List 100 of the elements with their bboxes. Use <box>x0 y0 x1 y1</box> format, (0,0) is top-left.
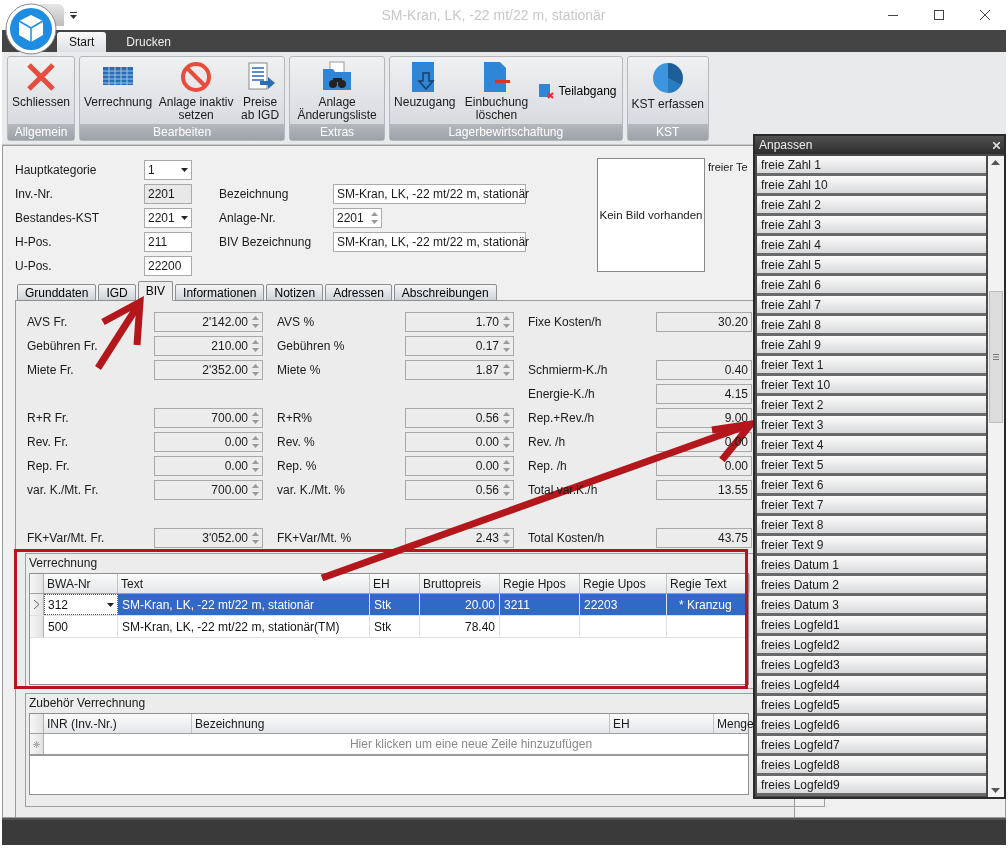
scroll-up-icon[interactable] <box>991 160 1001 165</box>
ribbon-button[interactable]: Anlage Änderungsliste <box>292 59 383 124</box>
field-list-item[interactable]: freies Logfeld1 <box>757 616 987 636</box>
ribbon-button[interactable]: Neuzugang <box>392 59 458 111</box>
field-list-item[interactable]: freies Logfeld3 <box>757 656 987 676</box>
number-field[interactable]: 700.00 <box>154 408 263 428</box>
dropdown-field[interactable]: 2201 <box>144 208 192 228</box>
grid-row[interactable]: 312 SM-Kran, LK, -22 mt/22 m, stationär Stk 20.00 3211 22203 * Kranzug <box>30 594 748 616</box>
tab[interactable]: Grunddaten <box>17 284 97 301</box>
scroll-thumb[interactable] <box>989 291 1003 423</box>
number-field[interactable]: 0.56 <box>405 408 514 428</box>
field-list-item[interactable]: freies Logfeld9 <box>757 776 987 796</box>
group-label: Lagerbewirtschaftung <box>390 124 622 140</box>
field-list-item[interactable]: freie Zahl 8 <box>757 316 987 336</box>
row-selector[interactable] <box>30 616 44 637</box>
column-header[interactable]: Text <box>118 574 370 593</box>
field-list-item[interactable]: freier Text 9 <box>757 536 987 556</box>
field-label: Rep. /h <box>528 459 568 473</box>
spin-arrows-icon <box>252 411 259 425</box>
grid-row[interactable]: 500 SM-Kran, LK, -22 mt/22 m, stationär(TM) Stk 78.40 <box>30 616 748 638</box>
ribbon-button[interactable]: KST erfassen <box>629 59 707 113</box>
dropdown-field[interactable]: 312 <box>44 594 118 615</box>
field-list-item[interactable]: freies Logfeld4 <box>757 676 987 696</box>
field-list-item[interactable]: freier Text 7 <box>757 496 987 516</box>
number-field[interactable]: 210.00 <box>154 336 263 356</box>
field-list-item[interactable]: freier Text 8 <box>757 516 987 536</box>
number-field[interactable]: 0.00 <box>405 432 514 452</box>
field-list-item[interactable]: freie Zahl 2 <box>757 196 987 216</box>
tab[interactable]: BIV <box>137 281 174 301</box>
number-field[interactable]: 0.17 <box>405 336 514 356</box>
field-list-item[interactable]: freier Text 3 <box>757 416 987 436</box>
new-row-hint[interactable]: Hier klicken um eine neue Zeile hinzuzufügen <box>44 734 748 754</box>
ribbon-button[interactable]: Verrechnung <box>82 59 155 111</box>
scrollbar[interactable] <box>988 156 1004 797</box>
field-list-item[interactable]: freie Zahl 9 <box>757 336 987 356</box>
tab[interactable]: Abschreibungen <box>393 284 497 301</box>
ribbon-tab[interactable]: Drucken <box>114 32 184 52</box>
number-field[interactable]: 1.87 <box>405 360 514 380</box>
field-list-item[interactable]: freie Zahl 10 <box>757 176 987 196</box>
row-selector[interactable] <box>30 734 44 754</box>
column-header[interactable]: Regie Hpos <box>500 574 580 593</box>
number-field[interactable]: 3'052.00 <box>154 528 263 548</box>
ribbon-button[interactable]: Teilabgang <box>535 83 620 99</box>
column-header[interactable]: Regie Text <box>667 574 750 593</box>
column-header[interactable]: INR (Inv.-Nr.) <box>44 714 192 733</box>
column-header[interactable]: EH <box>610 714 714 733</box>
panel-title: Anpassen <box>759 138 813 152</box>
number-field[interactable]: 0.00 <box>154 432 263 452</box>
close-icon[interactable] <box>993 141 1000 149</box>
caret-icon[interactable] <box>70 11 77 19</box>
text-field[interactable]: 22200 <box>144 256 192 276</box>
row-selector[interactable] <box>30 594 44 615</box>
number-field[interactable]: 2'352.00 <box>154 360 263 380</box>
text-field[interactable]: 211 <box>144 232 192 252</box>
field-list-item[interactable]: freies Logfeld8 <box>757 756 987 776</box>
field-list-item[interactable]: freies Logfeld6 <box>757 716 987 736</box>
field-list-item[interactable]: freie Zahl 4 <box>757 236 987 256</box>
readonly-field: 0.40 <box>656 360 752 380</box>
column-header[interactable]: Bezeichnung <box>192 714 610 733</box>
column-header[interactable]: EH <box>370 574 420 593</box>
field-list-item[interactable]: freies Datum 2 <box>757 576 987 596</box>
field-list-item[interactable]: freie Zahl 5 <box>757 256 987 276</box>
ribbon-button[interactable]: Schliessen <box>10 59 73 111</box>
field-list-item[interactable]: freies Logfeld7 <box>757 736 987 756</box>
field-list-item[interactable]: freier Text 10 <box>757 376 987 396</box>
field-list-item[interactable]: freier Text 2 <box>757 396 987 416</box>
number-field[interactable]: 0.00 <box>154 456 263 476</box>
tab[interactable]: Informationen <box>175 284 265 301</box>
field-list-item[interactable]: freier Text 4 <box>757 436 987 456</box>
number-field[interactable]: 2201 <box>333 208 382 228</box>
tab[interactable]: Adressen <box>325 284 392 301</box>
ribbon-tab[interactable]: Start <box>57 32 107 52</box>
field-list-item[interactable]: freier Text 6 <box>757 476 987 496</box>
number-field[interactable]: 2'142.00 <box>154 312 263 332</box>
number-field[interactable]: 0.56 <box>405 480 514 500</box>
column-header[interactable]: Regie Upos <box>580 574 667 593</box>
column-header[interactable]: Bruttopreis <box>420 574 500 593</box>
ribbon-button[interactable]: Preise ab IGD <box>238 59 283 124</box>
field-list-item[interactable]: freies Logfeld5 <box>757 696 987 716</box>
column-header[interactable]: BWA-Nr <box>44 574 118 593</box>
number-field[interactable]: 1.70 <box>405 312 514 332</box>
ribbon-button[interactable]: Einbuchung löschen <box>457 59 536 124</box>
dropdown-field[interactable]: 1 <box>144 160 192 180</box>
field-list-item[interactable]: freies Logfeld2 <box>757 636 987 656</box>
ribbon-button[interactable]: Anlage inaktiv setzen <box>154 59 239 124</box>
field-list-item[interactable]: freies Datum 1 <box>757 556 987 576</box>
field-label: Energie-K./h <box>528 387 596 401</box>
number-field[interactable]: 700.00 <box>154 480 263 500</box>
field-list-item[interactable]: freie Zahl 1 <box>757 156 987 176</box>
field-list-item[interactable]: freie Zahl 3 <box>757 216 987 236</box>
scroll-down-icon[interactable] <box>991 788 1001 793</box>
field-label: Rep.+Rev./h <box>528 411 596 425</box>
field-list-item[interactable]: freier Text 5 <box>757 456 987 476</box>
field-list-item[interactable]: freier Text 1 <box>757 356 987 376</box>
field-list-item[interactable]: freie Zahl 7 <box>757 296 987 316</box>
field-list-item[interactable]: freies Datum 3 <box>757 596 987 616</box>
field-list-item[interactable]: freie Zahl 6 <box>757 276 987 296</box>
tab[interactable]: IGD <box>98 284 136 301</box>
tab[interactable]: Notizen <box>266 284 324 301</box>
number-field[interactable]: 0.00 <box>405 456 514 476</box>
